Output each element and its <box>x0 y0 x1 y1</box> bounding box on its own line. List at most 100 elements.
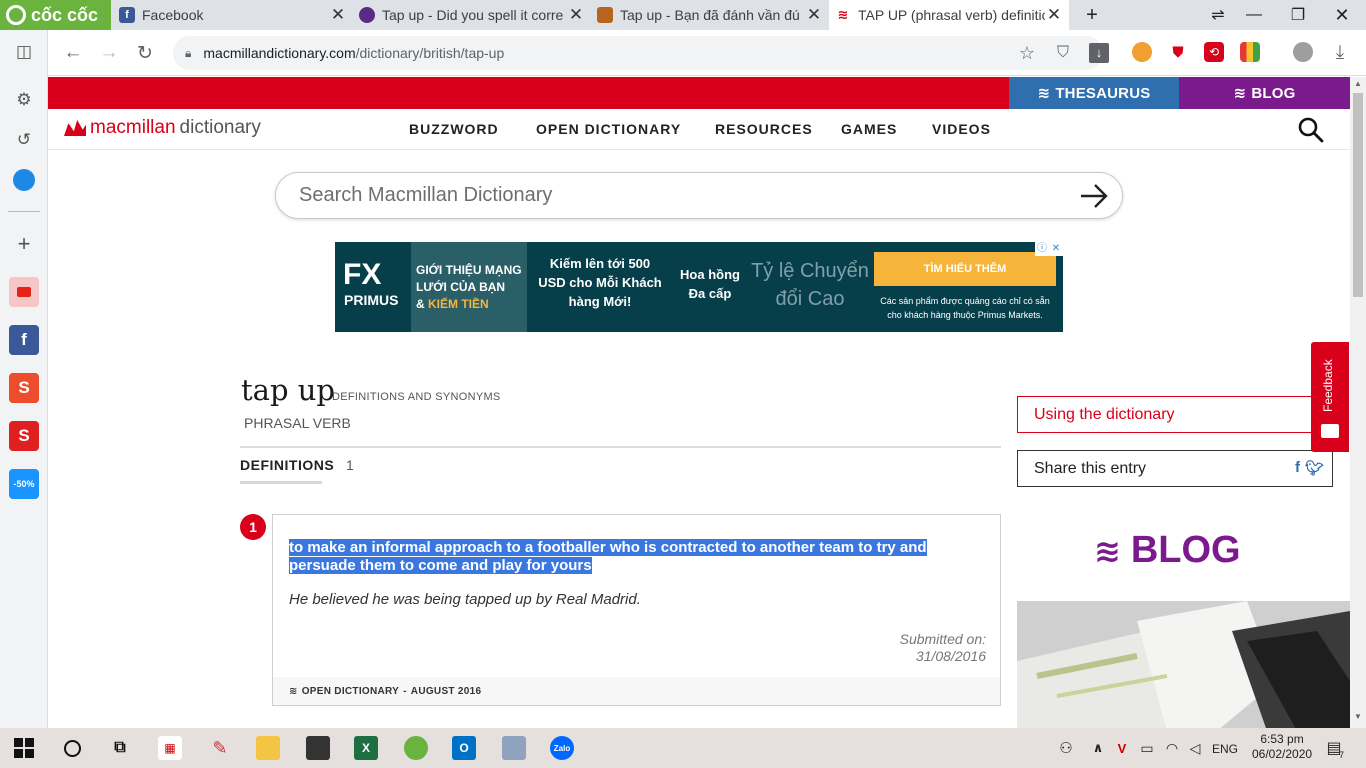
extension-shield-icon[interactable]: ⛊ <box>1168 42 1188 62</box>
blog-heading[interactable]: ≋ BLOG <box>1094 529 1241 572</box>
close-tab-icon[interactable]: ✕ <box>1045 5 1063 25</box>
ad-info-icon[interactable]: ⓘ <box>1035 242 1049 256</box>
input-language[interactable]: ENG <box>1212 742 1238 756</box>
sendo-icon[interactable]: S <box>8 420 40 452</box>
windows-taskbar: ⧉ ▦ ✎ X O Zalo ⚇ ∧ V ▭ ◠ ◁ ENG 6:53 pm 0… <box>0 728 1366 768</box>
download-icon[interactable]: ⤓ <box>1325 38 1355 68</box>
coccoc-menu-button[interactable]: cốc cốc <box>0 0 111 30</box>
extension-color-icon[interactable] <box>1240 42 1260 62</box>
zalo-icon[interactable]: Zalo <box>550 736 574 760</box>
clock[interactable]: 6:53 pm 06/02/2020 <box>1252 732 1312 762</box>
ad-close-icon[interactable]: ✕ <box>1049 242 1063 256</box>
ad-panel-earn: Kiếm lên tới 500 USD cho Mỗi Khách hàng … <box>538 256 662 309</box>
history-icon[interactable]: ↺ <box>8 124 40 156</box>
nav-buzzword[interactable]: BUZZWORD <box>409 121 499 137</box>
restore-button[interactable]: ❐ <box>1276 0 1320 30</box>
app-calendar-icon[interactable]: ▦ <box>158 736 182 760</box>
scroll-down-icon[interactable]: ▼ <box>1350 712 1366 726</box>
messenger-icon[interactable] <box>8 164 40 196</box>
download-manager-icon[interactable]: ↓ <box>1084 38 1114 68</box>
tab-spelling[interactable]: Tap up - Did you spell it corre ✕ <box>353 0 591 30</box>
page-scrollbar[interactable]: ▲ ▼ <box>1350 77 1366 728</box>
source-name[interactable]: OPEN DICTIONARY <box>302 686 399 697</box>
minimize-button[interactable]: — <box>1232 0 1276 30</box>
feedback-tab[interactable]: Feedback <box>1311 342 1349 452</box>
forward-arrow-icon[interactable]: → <box>94 38 124 68</box>
profile-avatar[interactable] <box>1293 42 1313 62</box>
advertisement-banner[interactable]: FX PRIMUS GIỚI THIỆU MẠNG LƯỚI CỦA BẠN &… <box>335 242 1063 332</box>
close-tab-icon[interactable]: ✕ <box>567 5 585 25</box>
extension-red-icon[interactable]: ⟲ <box>1204 42 1224 62</box>
close-tab-icon[interactable]: ✕ <box>329 5 347 25</box>
people-icon[interactable]: ⚇ <box>1054 736 1078 760</box>
share-entry-box[interactable]: Share this entry f 🐦︎ <box>1017 450 1333 487</box>
scroll-up-icon[interactable]: ▲ <box>1350 79 1366 93</box>
unikey-icon[interactable]: V <box>1110 736 1134 760</box>
logo-brand: macmillan <box>90 117 176 138</box>
nav-games[interactable]: GAMES <box>841 121 897 137</box>
tab-definitions[interactable]: DEFINITIONS <box>240 457 334 473</box>
battery-icon[interactable]: ▭ <box>1135 736 1159 760</box>
new-tab-button[interactable]: + <box>1070 0 1114 30</box>
scrollbar-thumb[interactable] <box>1353 93 1363 297</box>
blog-post-image[interactable] <box>1017 601 1350 728</box>
shopee-icon[interactable]: S <box>8 372 40 404</box>
source-separator: - <box>403 685 407 697</box>
ad-brand-logo: FX PRIMUS <box>335 242 411 332</box>
definition-text[interactable]: to make an informal approach to a footba… <box>289 539 979 575</box>
nav-open-dictionary[interactable]: OPEN DICTIONARY <box>536 121 681 137</box>
search-circle-icon[interactable] <box>60 736 84 760</box>
ad-text: GIỚI THIỆU MẠNG <box>416 263 522 277</box>
add-sidebar-app-icon[interactable]: + <box>8 228 40 260</box>
ad-cta-button[interactable]: TÌM HIỂU THÊM <box>874 252 1056 286</box>
settings-gear-icon[interactable]: ⚙ <box>8 84 40 116</box>
nav-resources[interactable]: RESOURCES <box>715 121 813 137</box>
sidebar-toggle-icon[interactable]: ◫ <box>8 36 40 68</box>
tab-facebook[interactable]: f Facebook ✕ <box>113 0 353 30</box>
tab-macmillan[interactable]: ≋ TAP UP (phrasal verb) definitio ✕ <box>829 0 1069 30</box>
bookmark-star-icon[interactable]: ☆ <box>1012 38 1042 68</box>
file-explorer-icon[interactable] <box>256 736 280 760</box>
using-dictionary-dropdown[interactable]: Using the dictionary <box>1017 396 1333 433</box>
coccoc-taskbar-icon[interactable] <box>404 736 428 760</box>
sense-card: to make an informal approach to a footba… <box>272 514 1001 706</box>
notebook-photo <box>1017 601 1350 728</box>
dictionary-search-input[interactable]: Search Macmillan Dictionary <box>275 172 1123 219</box>
app-notes-icon[interactable] <box>306 736 330 760</box>
search-placeholder: Search Macmillan Dictionary <box>299 184 553 206</box>
wifi-icon[interactable]: ◠ <box>1160 736 1184 760</box>
reload-icon[interactable]: ↻ <box>130 38 160 68</box>
task-view-icon[interactable]: ⧉ <box>108 736 132 760</box>
search-icon[interactable] <box>1298 117 1324 143</box>
twitter-share-icon[interactable]: 🐦︎ <box>1305 459 1324 477</box>
source-date: AUGUST 2016 <box>410 685 482 697</box>
blog-button[interactable]: ≋ BLOG <box>1179 77 1350 109</box>
volume-icon[interactable]: ◁ <box>1183 736 1207 760</box>
facebook-share-icon[interactable]: f <box>1295 459 1300 477</box>
address-bar[interactable]: 🔒︎ macmillandictionary.com/dictionary/br… <box>173 36 1103 70</box>
app-tool-icon[interactable] <box>502 736 526 760</box>
excel-icon[interactable]: X <box>354 736 378 760</box>
sidebar-divider <box>8 211 40 212</box>
tab-spelling-vi[interactable]: Tap up - Bạn đã đánh vần đú ✕ <box>591 0 829 30</box>
windows-start-icon[interactable] <box>12 736 36 760</box>
definitions-count: 1 <box>346 457 354 473</box>
extension-chrome-icon[interactable] <box>1132 42 1152 62</box>
back-arrow-icon[interactable]: ← <box>58 38 88 68</box>
close-tab-icon[interactable]: ✕ <box>805 5 823 25</box>
close-window-button[interactable]: ✕ <box>1320 0 1364 30</box>
tiki-icon[interactable]: -50% <box>8 468 40 500</box>
shield-icon[interactable]: ⛉ <box>1048 38 1078 68</box>
nav-videos[interactable]: VIDEOS <box>932 121 991 137</box>
ad-choices[interactable]: ⓘ ✕ <box>1035 242 1063 256</box>
thesaurus-button[interactable]: ≋ THESAURUS <box>1009 77 1179 109</box>
outlook-icon[interactable]: O <box>452 736 476 760</box>
blog-heading-text: BLOG <box>1130 529 1241 571</box>
app-paint-icon[interactable]: ✎ <box>208 736 232 760</box>
youtube-icon[interactable] <box>8 276 40 308</box>
facebook-sidebar-icon[interactable]: f <box>8 324 40 356</box>
search-submit-arrow-icon[interactable] <box>1078 181 1110 211</box>
open-dictionary-mark-icon: ≋ <box>289 685 298 697</box>
macmillan-logo[interactable]: macmillan dictionary <box>64 117 261 139</box>
tray-chevron-up-icon[interactable]: ∧ <box>1086 736 1110 760</box>
